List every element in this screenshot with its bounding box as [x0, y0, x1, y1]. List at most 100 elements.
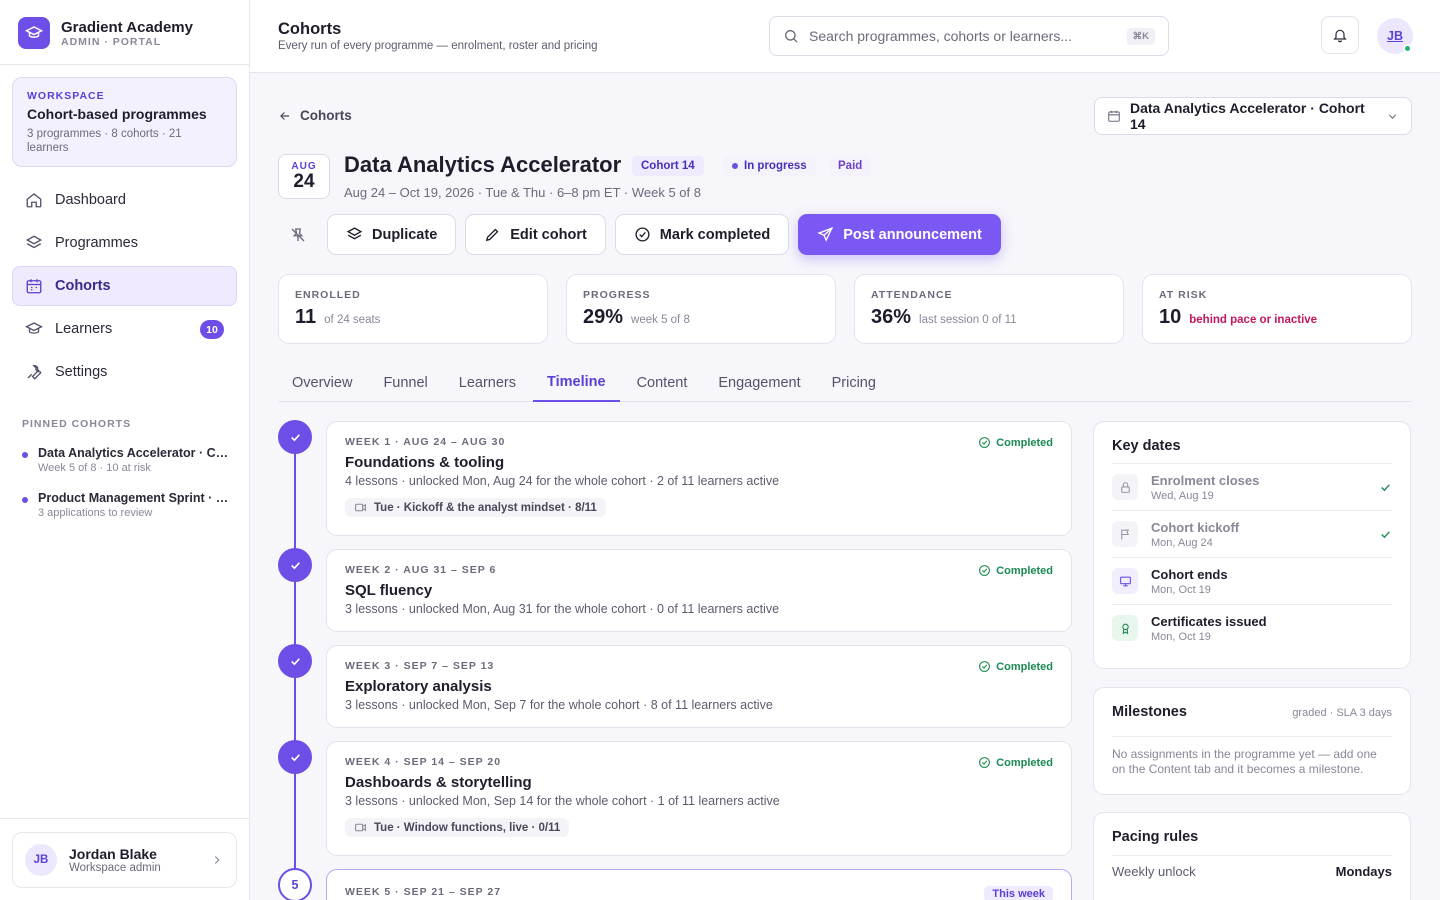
live-session-chip[interactable]: Tue · Kickoff & the analyst mindset · 8/… — [345, 498, 606, 517]
post-announcement-button[interactable]: Post announcement — [798, 214, 1001, 255]
pacing-row-label: Weekly unlock — [1112, 864, 1196, 879]
key-date-name: Cohort ends — [1151, 566, 1228, 582]
week-label: WEEK 2 · AUG 31 – SEP 6 — [345, 564, 497, 576]
post-announcement-label: Post announcement — [843, 226, 982, 243]
back-label: Cohorts — [300, 108, 352, 123]
status-dot — [22, 497, 28, 503]
unpin-button[interactable] — [278, 215, 318, 255]
week-label: WEEK 1 · AUG 24 – AUG 30 — [345, 436, 506, 448]
mark-completed-button[interactable]: Mark completed — [614, 214, 790, 255]
sidebar-item-programmes[interactable]: Programmes — [12, 223, 237, 263]
brand[interactable]: Gradient Academy ADMIN · PORTAL — [18, 17, 193, 49]
tab-content[interactable]: Content — [623, 364, 702, 401]
workspace-title: Cohort-based programmes — [27, 106, 207, 122]
search-icon — [783, 28, 799, 44]
check-icon — [1379, 481, 1392, 494]
status-label: Completed — [996, 660, 1053, 673]
duplicate-label: Duplicate — [372, 226, 438, 243]
key-date-row: Enrolment closes Wed, Aug 19 — [1112, 463, 1392, 510]
tab-learners[interactable]: Learners — [445, 364, 530, 401]
check-circle-icon — [979, 437, 991, 448]
tab-engagement[interactable]: Engagement — [704, 364, 814, 401]
week-description: 3 lessons · unlocked Mon, Sep 14 for the… — [345, 794, 780, 808]
check-icon — [290, 433, 300, 441]
week-label: WEEK 5 · SEP 21 – SEP 27 — [345, 886, 502, 898]
key-date-name: Certificates issued — [1151, 613, 1267, 629]
calendar-icon — [1107, 109, 1121, 123]
milestones-empty-text: No assignments in the programme yet — ad… — [1112, 736, 1392, 777]
pinned-cohort-sub: Week 5 of 8 · 10 at risk — [38, 462, 151, 474]
check-circle-icon — [634, 226, 651, 243]
check-circle-icon — [979, 757, 991, 768]
week-label: WEEK 3 · SEP 7 – SEP 13 — [345, 660, 495, 672]
panel-title: Pacing rules — [1112, 829, 1199, 845]
week-title: Dashboards & storytelling — [345, 774, 532, 791]
wrench-icon — [25, 363, 43, 381]
stat-sub: of 24 seats — [324, 314, 381, 326]
session-label: Tue · Window functions, live · 0/11 — [374, 821, 561, 834]
back-link[interactable]: Cohorts — [278, 108, 352, 123]
status-label: Completed — [996, 564, 1053, 577]
key-date-name: Cohort kickoff — [1151, 519, 1240, 535]
status-badge: Completed — [978, 756, 1053, 769]
cohort-chip: Cohort 14 — [632, 156, 704, 176]
sidebar-item-learners[interactable]: Learners 10 — [12, 309, 237, 349]
pinned-cohort-item[interactable]: Product Management Sprint · Cohort 3 3 a… — [22, 491, 232, 519]
sidebar-item-settings[interactable]: Settings — [12, 352, 237, 392]
status-label: Completed — [996, 756, 1053, 769]
pencil-icon — [484, 226, 501, 243]
live-session-chip[interactable]: Tue · Window functions, live · 0/11 — [345, 818, 570, 837]
stat-value: 36% — [871, 306, 912, 328]
pacing-row: Weekly unlock Mondays — [1112, 855, 1392, 879]
sidebar-item-label: Programmes — [55, 235, 138, 251]
key-dates-panel: Key dates Enrolment closes Wed, Aug 19 Co… — [1093, 421, 1411, 669]
this-week-badge: This week — [984, 886, 1053, 900]
stat-card-attendance: ATTENDANCE 36% last session 0 of 11 — [854, 274, 1124, 344]
tab-timeline[interactable]: Timeline — [533, 364, 620, 402]
paid-badge: Paid — [829, 156, 872, 176]
timeline-node-completed — [278, 548, 312, 582]
search-input[interactable] — [809, 28, 1117, 44]
cohort-meta: Aug 24 – Oct 19, 2026 · Tue & Thu · 6–8 … — [344, 185, 701, 200]
award-icon — [1112, 615, 1138, 641]
divider — [0, 818, 249, 819]
sidebar-item-dashboard[interactable]: Dashboard — [12, 180, 237, 220]
duplicate-button[interactable]: Duplicate — [327, 214, 457, 255]
tab-overview[interactable]: Overview — [278, 364, 366, 401]
tab-funnel[interactable]: Funnel — [369, 364, 441, 401]
brand-name: Gradient Academy — [61, 18, 193, 36]
cohort-select-value: Data Analytics Accelerator · Cohort 14 — [1130, 100, 1365, 132]
send-icon — [817, 226, 834, 243]
week-card[interactable]: WEEK 2 · AUG 31 – SEP 6 SQL fluency 3 le… — [326, 549, 1072, 632]
online-status-dot — [1403, 44, 1412, 53]
chevron-right-icon — [210, 853, 224, 867]
status-badge: Completed — [978, 564, 1053, 577]
workspace-card[interactable]: WORKSPACE Cohort-based programmes 3 prog… — [12, 77, 237, 167]
notifications-button[interactable] — [1321, 16, 1359, 54]
sidebar: Gradient Academy ADMIN · PORTAL WORKSPAC… — [0, 0, 250, 900]
stat-card-enrolled: ENROLLED 11 of 24 seats — [278, 274, 548, 344]
tab-pricing[interactable]: Pricing — [818, 364, 890, 401]
week-card[interactable]: WEEK 5 · SEP 21 – SEP 27 This week — [326, 869, 1072, 900]
check-circle-icon — [979, 661, 991, 672]
week-description: 4 lessons · unlocked Mon, Aug 24 for the… — [345, 474, 780, 488]
sidebar-item-label: Settings — [55, 364, 108, 380]
user-menu[interactable]: JB Jordan Blake Workspace admin — [12, 832, 237, 888]
status-dot — [732, 163, 738, 169]
cohort-select[interactable]: Data Analytics Accelerator · Cohort 14 — [1094, 97, 1412, 135]
milestones-meta: graded · SLA 3 days — [1292, 707, 1392, 719]
home-icon — [25, 191, 43, 209]
search-bar[interactable]: ⌘K — [769, 16, 1169, 56]
check-icon — [290, 753, 300, 761]
check-icon — [1379, 528, 1392, 541]
pinned-cohort-item[interactable]: Data Analytics Accelerator · Cohort 14 W… — [22, 446, 232, 474]
chevron-down-icon — [1386, 110, 1399, 123]
sidebar-item-cohorts[interactable]: Cohorts — [12, 266, 237, 306]
key-date-date: Mon, Oct 19 — [1151, 583, 1211, 596]
week-card[interactable]: WEEK 4 · SEP 14 – SEP 20 Dashboards & st… — [326, 741, 1072, 856]
week-card[interactable]: WEEK 3 · SEP 7 – SEP 13 Exploratory anal… — [326, 645, 1072, 728]
edit-cohort-button[interactable]: Edit cohort — [465, 214, 606, 255]
avatar: JB — [25, 844, 57, 876]
week-title: Exploratory analysis — [345, 678, 492, 695]
week-card[interactable]: WEEK 1 · AUG 24 – AUG 30 Foundations & t… — [326, 421, 1072, 536]
